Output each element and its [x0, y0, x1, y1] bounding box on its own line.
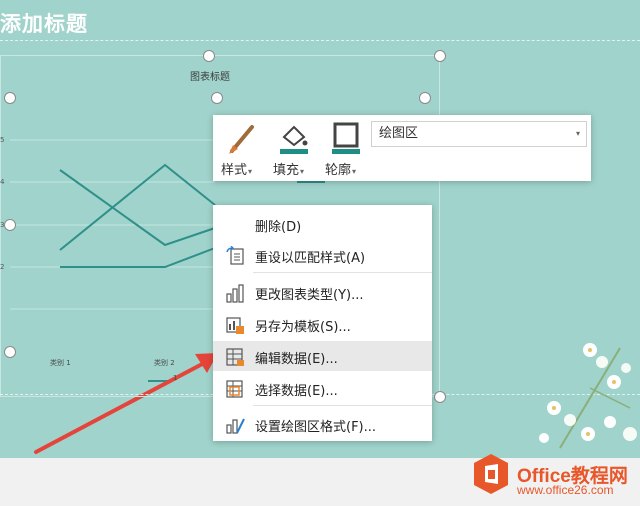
watermark-url: www.office26.com [517, 483, 614, 497]
edit-data-icon [226, 348, 244, 366]
chart-element-select[interactable]: 绘图区 ▾ [371, 121, 587, 147]
fill-label: 填充 [273, 163, 300, 178]
menu-item-edit-data[interactable]: 编辑数据(E)... [213, 341, 432, 371]
chevron-down-icon: ▾ [300, 167, 305, 176]
chart-resize-handle[interactable] [203, 50, 215, 62]
plot-resize-handle[interactable] [4, 92, 16, 104]
chart-title[interactable]: 图表标题 [190, 68, 230, 83]
menu-item-label: 重设以匹配样式(A) [255, 251, 366, 266]
menu-item-label: 另存为模板(S)... [255, 320, 351, 335]
shape-outline-icon [332, 122, 360, 154]
menu-item-change-chart-type[interactable]: 更改图表类型(Y)... [213, 277, 432, 307]
menu-item-label: 编辑数据(E)... [255, 352, 338, 367]
menu-separator [253, 405, 432, 406]
fill-button[interactable]: 填充▾ [269, 117, 319, 179]
menu-item-delete[interactable]: 删除(D) [213, 209, 432, 239]
chart-format-toolbar: 样式▾ 填充▾ 轮廓▾ 绘图区 ▾ [213, 115, 591, 181]
y-axis-tick: 4 [0, 178, 5, 186]
style-button[interactable]: 样式▾ [217, 117, 267, 179]
brush-icon [229, 125, 254, 154]
outline-button[interactable]: 轮廓▾ [321, 117, 371, 179]
format-plot-area-icon [226, 418, 245, 434]
flower-decoration [539, 343, 637, 449]
menu-item-select-data[interactable]: 选择数据(E)... [213, 373, 432, 403]
save-template-icon [226, 317, 244, 334]
chevron-down-icon[interactable]: ▾ [576, 122, 580, 146]
legend-label: 1 [173, 374, 178, 382]
menu-separator [253, 272, 432, 273]
chevron-down-icon: ▾ [248, 167, 253, 176]
chart-element-value: 绘图区 [379, 126, 419, 141]
chevron-down-icon: ▾ [352, 167, 357, 176]
menu-item-reset-style[interactable]: 重设以匹配样式(A) [213, 240, 432, 270]
chart-resize-handle[interactable] [434, 50, 446, 62]
menu-item-label: 更改图表类型(Y)... [255, 288, 364, 303]
menu-item-label: 选择数据(E)... [255, 384, 338, 399]
menu-item-label: 删除(D) [255, 220, 302, 235]
plot-resize-handle[interactable] [4, 346, 16, 358]
menu-item-save-template[interactable]: 另存为模板(S)... [213, 309, 432, 339]
select-data-icon [226, 380, 243, 398]
context-menu: 删除(D) 重设以匹配样式(A) 更改图表类型(Y)... 另存为模板(S)..… [213, 205, 432, 441]
style-label: 样式 [221, 163, 248, 178]
office-logo-icon [474, 454, 508, 494]
plot-resize-handle[interactable] [419, 92, 431, 104]
reset-style-icon [226, 246, 244, 265]
y-axis-tick: 5 [0, 136, 5, 144]
menu-item-label: 设置绘图区格式(F)... [255, 420, 377, 435]
x-axis-tick: 类别 2 [154, 359, 175, 367]
plot-resize-handle[interactable] [4, 219, 16, 231]
chart-resize-handle[interactable] [434, 391, 446, 403]
bar-chart-icon [226, 284, 244, 303]
paint-bucket-icon [280, 125, 308, 154]
x-axis-tick: 类别 1 [50, 359, 71, 367]
y-axis-tick: 2 [0, 263, 5, 271]
menu-item-format-plot-area[interactable]: 设置绘图区格式(F)... [213, 409, 432, 439]
plot-resize-handle[interactable] [211, 92, 223, 104]
outline-label: 轮廓 [325, 163, 352, 178]
